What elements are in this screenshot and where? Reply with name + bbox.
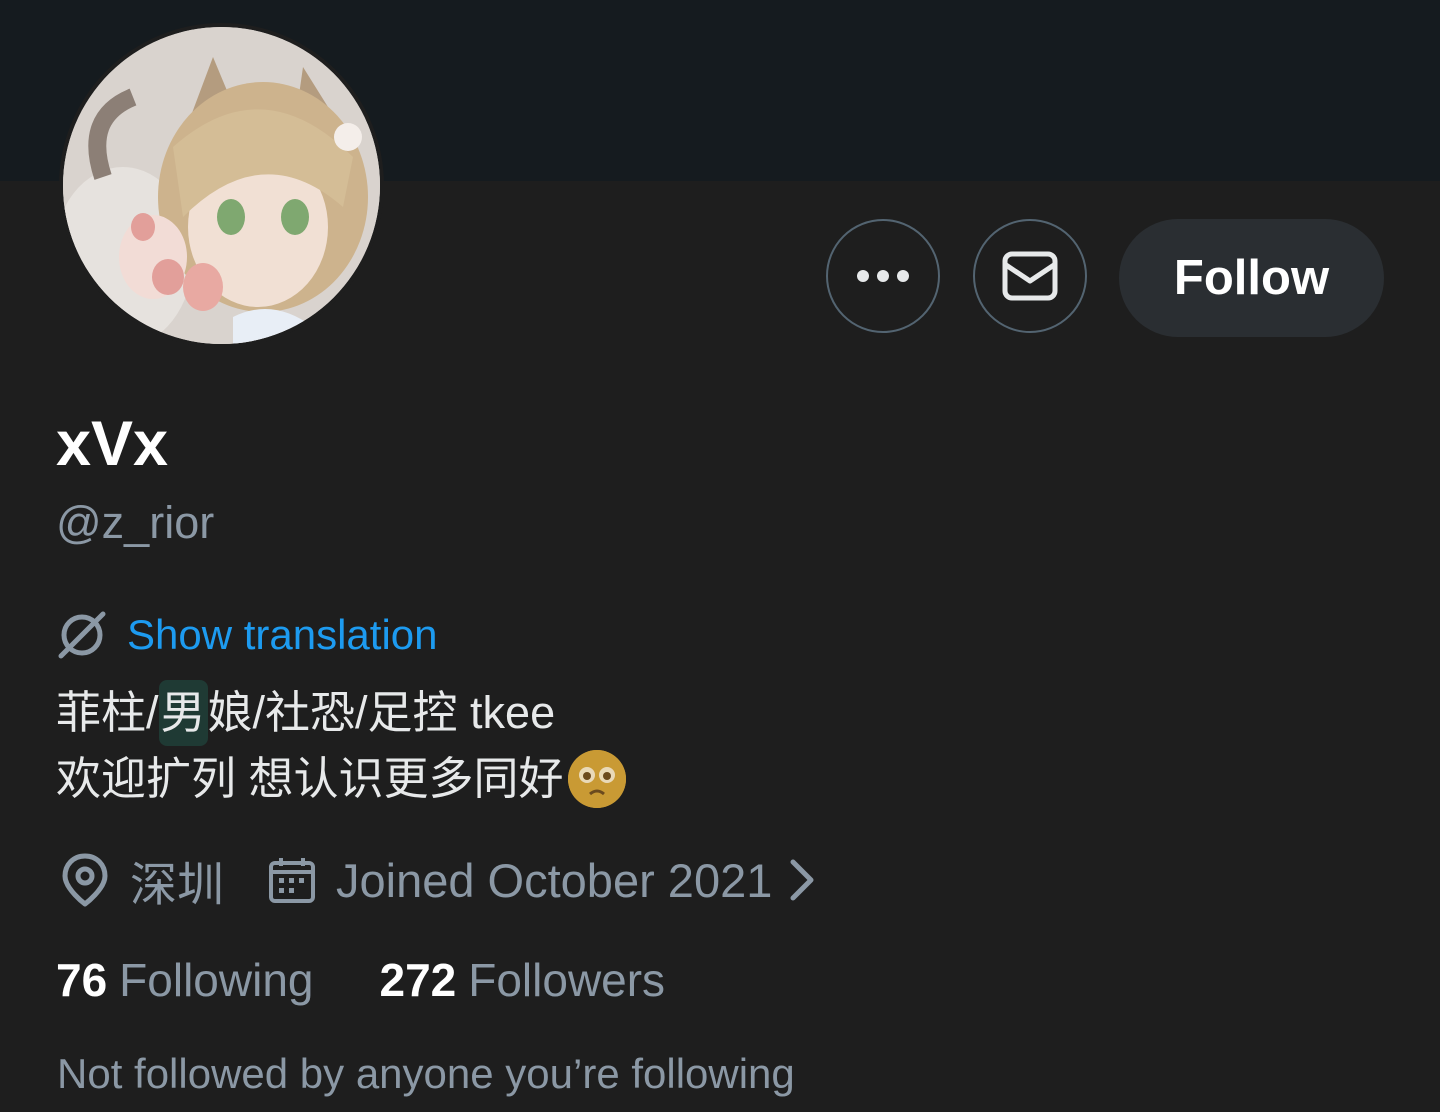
bio-text: 菲柱/: [56, 687, 159, 738]
chevron-right-icon: [790, 859, 814, 901]
following-count: 76: [56, 954, 108, 1006]
calendar-icon: [269, 858, 315, 903]
pleading-face-emoji-icon: [567, 750, 626, 808]
follow-button[interactable]: Follow: [1119, 219, 1384, 337]
location-pin-icon: [62, 853, 108, 907]
following-label: Following: [119, 954, 314, 1006]
bio-line-2: 欢迎扩列 想认识更多同好: [56, 746, 626, 812]
bio-text: 娘/社恐/足控 tkee: [207, 687, 556, 738]
joined-date-link[interactable]: Joined October 2021: [268, 853, 816, 908]
bio-line-1: 菲柱/男娘/社恐/足控 tkee: [56, 680, 626, 746]
translate-icon: [58, 611, 106, 659]
profile-bio: 菲柱/男娘/社恐/足控 tkee 欢迎扩列 想认识更多同好: [56, 680, 626, 812]
user-handle: @z_rior: [56, 497, 215, 548]
location-label: 深圳: [130, 857, 224, 911]
profile-avatar[interactable]: [59, 23, 384, 348]
location: 深圳: [60, 846, 224, 915]
show-translation-link[interactable]: Show translation: [57, 608, 438, 662]
show-translation-label: Show translation: [127, 611, 438, 658]
more-horizontal-icon: [857, 270, 909, 282]
followers-link[interactable]: 272 Followers: [379, 953, 665, 1007]
joined-date-label: Joined October 2021: [336, 853, 773, 907]
following-link[interactable]: 76 Following: [56, 953, 313, 1007]
followers-label: Followers: [468, 954, 666, 1006]
bio-highlight: 男: [158, 680, 208, 746]
follow-stats: 76 Following 272 Followers: [56, 950, 665, 1010]
envelope-icon: [1002, 251, 1058, 301]
followers-count: 272: [379, 954, 457, 1006]
bio-text: 欢迎扩列 想认识更多同好: [56, 753, 564, 804]
avatar-image: [63, 27, 380, 344]
display-name: xVx: [56, 409, 169, 479]
social-context-text: Not followed by anyone you’re following: [57, 1050, 795, 1097]
more-options-button[interactable]: [826, 219, 940, 333]
profile-meta: 深圳 Joined October 2021: [60, 848, 816, 912]
message-button[interactable]: [973, 219, 1087, 333]
